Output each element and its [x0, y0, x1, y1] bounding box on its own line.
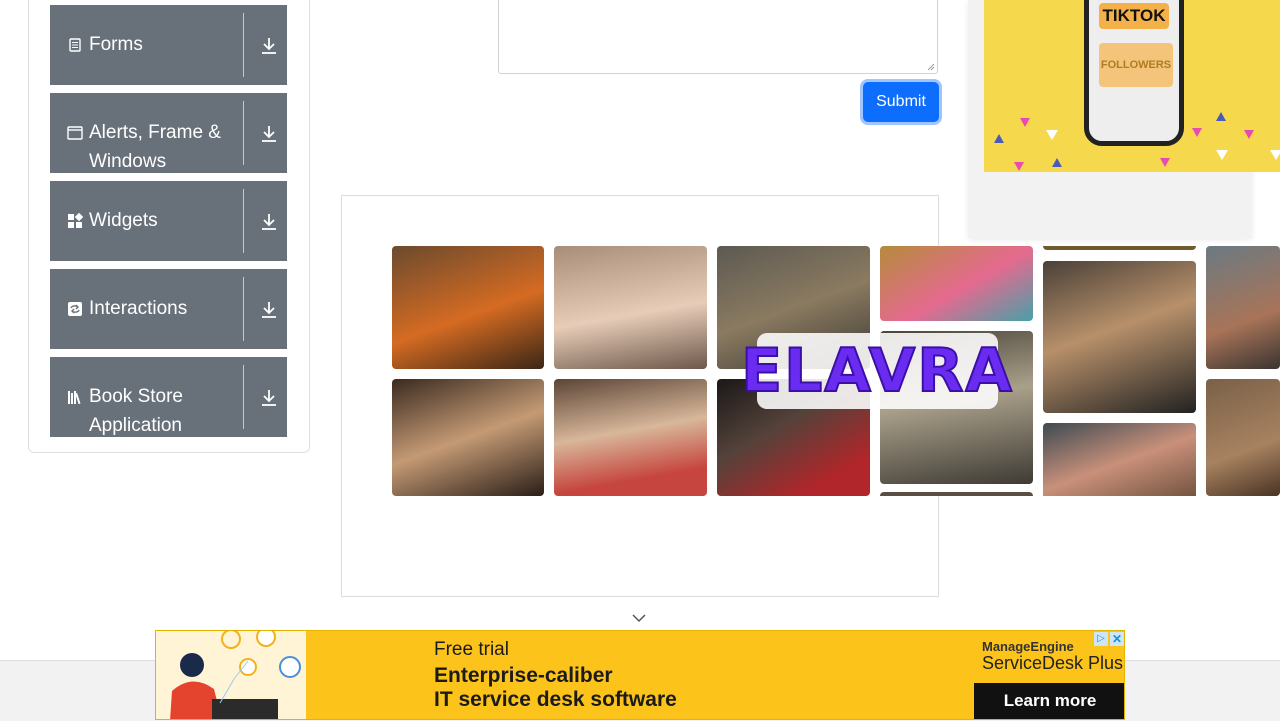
- download-icon[interactable]: [260, 300, 278, 320]
- text-area-field[interactable]: [498, 0, 938, 74]
- group-label: Book Store Application: [89, 386, 183, 436]
- decor-triangle: [1052, 158, 1062, 167]
- group-book-store-application[interactable]: Book Store Application: [50, 357, 287, 437]
- group-interactions[interactable]: Interactions: [50, 269, 287, 349]
- download-icon[interactable]: [260, 124, 278, 144]
- divider: [243, 189, 244, 253]
- close-ad-icon[interactable]: ✕: [1110, 632, 1124, 646]
- divider: [243, 277, 244, 341]
- decor-triangle: [1020, 118, 1030, 127]
- download-icon[interactable]: [260, 388, 278, 408]
- collage-image: [1043, 246, 1196, 250]
- resize-grip-icon[interactable]: [927, 63, 935, 71]
- collage-image: [1043, 261, 1196, 413]
- phone-illustration: TIKTOK FOLLOWERS: [1084, 0, 1184, 146]
- banner-headline-2: IT service desk software: [434, 688, 677, 711]
- tiktok-ad[interactable]: TIKTOK FOLLOWERS: [984, 0, 1280, 172]
- divider: [243, 101, 244, 165]
- group-forms[interactable]: Forms: [50, 5, 287, 85]
- group-widgets[interactable]: Widgets: [50, 181, 287, 261]
- banner-free-trial: Free trial: [434, 639, 509, 660]
- group-alerts-frame-windows[interactable]: Alerts, Frame & Windows: [50, 93, 287, 173]
- divider: [243, 365, 244, 429]
- download-icon[interactable]: [260, 212, 278, 232]
- collage-image: [392, 379, 544, 496]
- interactions-icon: [67, 301, 83, 317]
- bottom-banner-ad[interactable]: Free trial Enterprise-caliber IT service…: [155, 630, 1125, 720]
- adchoices-icon[interactable]: ▷: [1094, 632, 1108, 646]
- collage-image: [392, 246, 544, 369]
- window-icon: [67, 125, 83, 141]
- decor-triangle: [1216, 112, 1226, 121]
- learn-more-button[interactable]: Learn more: [974, 683, 1124, 719]
- widgets-icon: [67, 212, 84, 229]
- group-label: Alerts, Frame & Windows: [89, 122, 221, 172]
- collage-image: [880, 246, 1033, 321]
- collage-image: [554, 246, 707, 369]
- decor-triangle: [1160, 158, 1170, 167]
- decor-triangle: [1192, 128, 1202, 137]
- collage-image: [1206, 246, 1280, 369]
- decor-triangle: [1046, 130, 1058, 140]
- collage-image: [554, 379, 707, 496]
- submit-button[interactable]: Submit: [863, 82, 939, 122]
- collage-image: [1043, 423, 1196, 496]
- form-icon: [67, 37, 83, 53]
- collage-image: [1206, 379, 1280, 496]
- download-icon[interactable]: [260, 36, 278, 56]
- group-label: Widgets: [89, 210, 158, 231]
- divider: [243, 13, 244, 77]
- chevron-down-icon[interactable]: [631, 613, 647, 623]
- banner-illustration: [156, 631, 306, 719]
- followers-label: FOLLOWERS: [1099, 43, 1173, 87]
- banner-headline-1: Enterprise-caliber: [434, 664, 613, 687]
- collage-image: [880, 492, 1033, 496]
- decor-triangle: [1216, 150, 1228, 160]
- decor-triangle: [1014, 162, 1024, 171]
- decor-triangle: [1270, 150, 1280, 160]
- banner-brand-top: ManageEngine: [982, 639, 1074, 654]
- decor-triangle: [994, 134, 1004, 143]
- decor-triangle: [1244, 130, 1254, 139]
- group-label: Forms: [89, 34, 143, 55]
- tiktok-label: TIKTOK: [1099, 3, 1169, 29]
- banner-brand-name: ServiceDesk Plus: [982, 653, 1124, 673]
- book-icon: [67, 389, 83, 405]
- group-label: Interactions: [89, 298, 188, 319]
- elavra-logo: ELAVRA: [740, 333, 1013, 409]
